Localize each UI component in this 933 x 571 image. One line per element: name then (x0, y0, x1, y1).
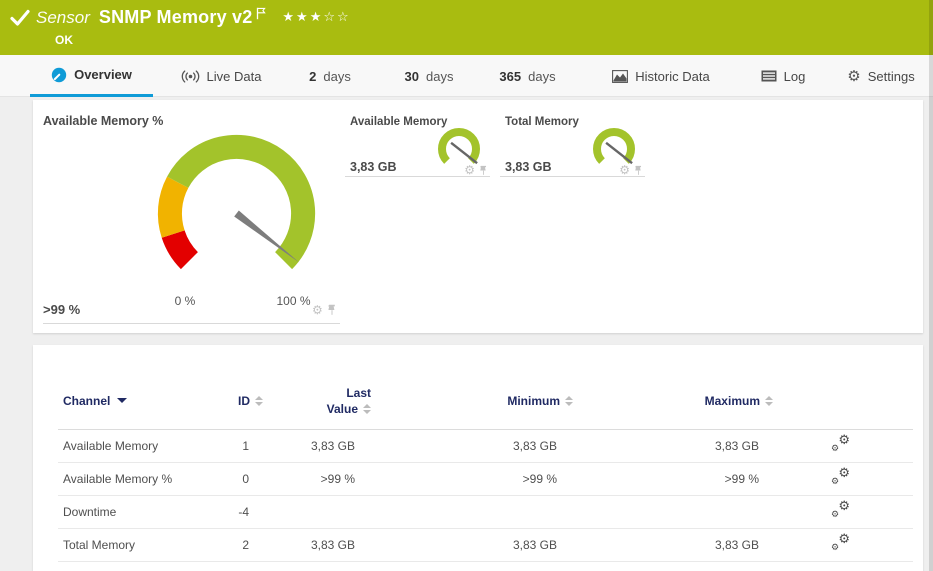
object-kind-label: Sensor (36, 8, 90, 28)
channel-maximum: 3,83 GB (573, 528, 773, 561)
pin-icon[interactable] (327, 304, 337, 316)
main-gauge-min-label: 0 % (155, 294, 215, 308)
tab-log[interactable]: Log (750, 55, 816, 97)
channel-id: 1 (208, 429, 263, 462)
column-header-minimum[interactable]: Minimum (373, 373, 573, 429)
table-row-downtime[interactable]: Downtime -4 ⚙⚙ (58, 495, 913, 528)
channel-table-panel: Channel ID Last Value Minimum Maximum (33, 345, 923, 571)
channel-last-value: 3,83 GB (263, 429, 373, 462)
table-row-total-memory[interactable]: Total Memory 2 3,83 GB 3,83 GB 3,83 GB ⚙… (58, 528, 913, 561)
overview-gauges-panel: Available Memory % 0 % 100 % >99 % ⚙ Ava… (33, 100, 923, 333)
pin-icon[interactable] (479, 165, 488, 176)
tab-2-days-unit: days (323, 69, 350, 84)
gauge-settings-gear-icon[interactable]: ⚙ (619, 164, 630, 176)
sensor-status-header: Sensor SNMP Memory v2 ★★★☆☆ OK (0, 0, 933, 55)
sort-toggle-icon (363, 404, 371, 414)
channel-last-value (263, 495, 373, 528)
channel-id: 2 (208, 528, 263, 561)
star-rating[interactable]: ★★★☆☆ (282, 9, 350, 25)
tab-overview-label: Overview (74, 67, 132, 82)
channel-name: Available Memory (58, 429, 208, 462)
chart-icon (612, 70, 628, 83)
tab-365-days[interactable]: 365 days (480, 55, 575, 97)
column-header-id[interactable]: ID (208, 373, 263, 429)
column-header-channel[interactable]: Channel (58, 373, 208, 429)
table-row-available-memory[interactable]: Available Memory 1 3,83 GB 3,83 GB 3,83 … (58, 429, 913, 462)
priority-flag-icon[interactable] (256, 7, 266, 20)
channel-minimum (373, 495, 573, 528)
channel-name: Total Memory (58, 528, 208, 561)
tab-30-days-unit: days (426, 69, 453, 84)
channel-minimum: 3,83 GB (373, 528, 573, 561)
tile-divider (43, 323, 340, 324)
tab-live-data[interactable]: Live Data (168, 55, 274, 97)
channel-minimum: >99 % (373, 462, 573, 495)
status-check-icon (10, 9, 30, 27)
gauge-settings-gear-icon[interactable]: ⚙ (312, 304, 323, 316)
channel-maximum: 3,83 GB (573, 429, 773, 462)
tab-2-days-number: 2 (309, 69, 316, 84)
channel-maximum (573, 495, 773, 528)
tab-30-days-number: 30 (405, 69, 419, 84)
main-gauge-value: >99 % (43, 302, 80, 317)
channel-settings-icon[interactable]: ⚙⚙ (831, 535, 850, 551)
sort-toggle-icon (565, 396, 573, 406)
table-header-row: Channel ID Last Value Minimum Maximum (58, 373, 913, 429)
column-header-maximum[interactable]: Maximum (573, 373, 773, 429)
log-list-icon (761, 70, 777, 82)
total-memory-value: 3,83 GB (505, 160, 552, 174)
channel-last-value: 3,83 GB (263, 528, 373, 561)
sensor-tab-bar: Overview Live Data 2 days 30 days 365 da… (0, 55, 933, 97)
tab-log-label: Log (784, 69, 806, 84)
channel-maximum: >99 % (573, 462, 773, 495)
channel-name: Available Memory % (58, 462, 208, 495)
channel-table: Channel ID Last Value Minimum Maximum (58, 373, 913, 562)
channel-last-value: >99 % (263, 462, 373, 495)
tab-365-days-unit: days (528, 69, 555, 84)
channel-minimum: 3,83 GB (373, 429, 573, 462)
column-header-actions (773, 373, 913, 429)
tab-settings[interactable]: ⚙ Settings (841, 55, 921, 97)
tab-365-days-number: 365 (499, 69, 521, 84)
tab-overview[interactable]: Overview (30, 55, 153, 97)
page-title: SNMP Memory v2 (99, 7, 253, 28)
available-memory-value: 3,83 GB (350, 160, 397, 174)
gear-icon: ⚙ (847, 69, 860, 84)
sort-toggle-icon (765, 396, 773, 406)
pin-icon[interactable] (634, 165, 643, 176)
column-header-last-value[interactable]: Last Value (263, 373, 373, 429)
gauge-settings-gear-icon[interactable]: ⚙ (464, 164, 475, 176)
channel-settings-icon[interactable]: ⚙⚙ (831, 502, 850, 518)
gauge-icon (51, 67, 67, 83)
tab-2-days[interactable]: 2 days (295, 55, 365, 97)
vertical-scrollbar[interactable] (929, 0, 933, 571)
main-gauge (144, 121, 329, 306)
sort-toggle-icon (255, 396, 263, 406)
total-memory-title: Total Memory (505, 116, 579, 128)
channel-id: -4 (208, 495, 263, 528)
gauge-tile-total-memory[interactable]: Total Memory 3,83 GB ⚙ (500, 110, 645, 177)
status-badge: OK (55, 33, 73, 47)
tab-settings-label: Settings (868, 69, 915, 84)
channel-settings-icon[interactable]: ⚙⚙ (831, 469, 850, 485)
channel-id: 0 (208, 462, 263, 495)
tab-historic-data-label: Historic Data (635, 69, 709, 84)
tab-30-days[interactable]: 30 days (390, 55, 468, 97)
channel-settings-icon[interactable]: ⚙⚙ (831, 436, 850, 452)
table-row-available-memory-pct[interactable]: Available Memory % 0 >99 % >99 % >99 % ⚙… (58, 462, 913, 495)
tab-live-data-label: Live Data (207, 69, 262, 84)
sort-desc-icon (117, 398, 127, 403)
gauge-tile-available-memory[interactable]: Available Memory 3,83 GB ⚙ (345, 110, 490, 177)
tab-historic-data[interactable]: Historic Data (600, 55, 722, 97)
live-signal-icon (181, 70, 200, 83)
channel-name: Downtime (58, 495, 208, 528)
